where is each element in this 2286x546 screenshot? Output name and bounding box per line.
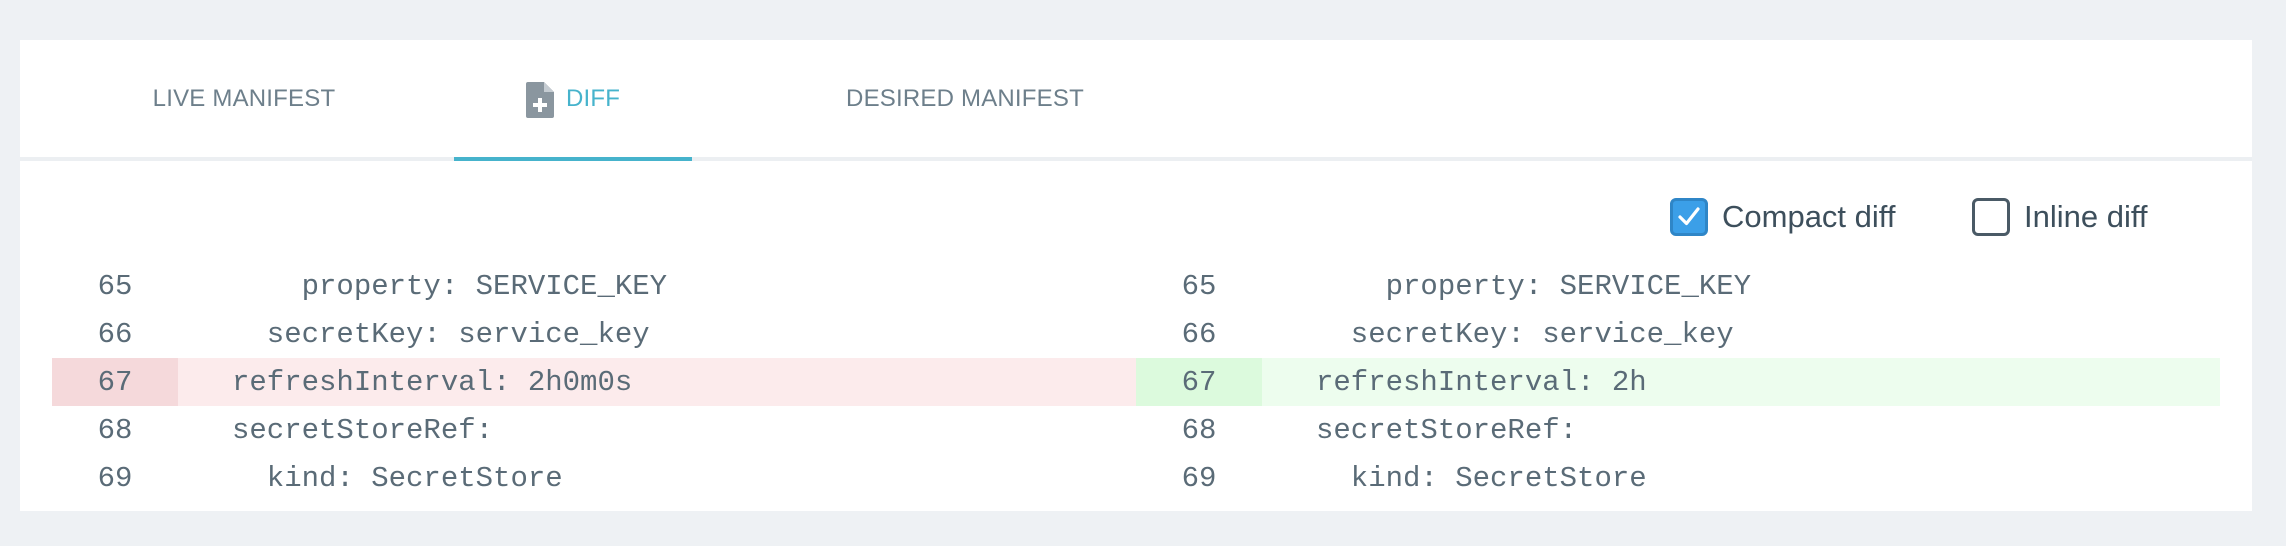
- line-code: secretStoreRef:: [232, 413, 494, 447]
- line-number: 68: [1181, 413, 1217, 447]
- line-number: 68: [97, 413, 133, 447]
- line-number: 66: [97, 317, 133, 351]
- line-code: property: SERVICE_KEY: [1316, 269, 1752, 303]
- diff-line-removed: 67 refreshInterval: 2h0m0s: [52, 358, 1136, 406]
- line-number: 67: [52, 358, 178, 406]
- diff-line: 69 kind: SecretStore: [1136, 454, 2220, 502]
- tab-live-manifest-label: LIVE MANIFEST: [152, 84, 336, 112]
- line-number: 65: [1181, 269, 1217, 303]
- line-code: kind: SecretStore: [232, 461, 563, 495]
- tab-desired-manifest[interactable]: DESIRED MANIFEST: [820, 40, 1110, 157]
- diff-line: 69 kind: SecretStore: [52, 454, 1136, 502]
- line-code: secretKey: service_key: [1316, 317, 1734, 351]
- diff-pane-live: 65 property: SERVICE_KEY 66 secretKey: s…: [52, 262, 1136, 502]
- diff-pane-desired: 65 property: SERVICE_KEY 66 secretKey: s…: [1136, 262, 2220, 502]
- diff-line: 65 property: SERVICE_KEY: [1136, 262, 2220, 310]
- tab-diff[interactable]: DIFF: [454, 40, 692, 161]
- line-code: kind: SecretStore: [1316, 461, 1647, 495]
- diff-line: 65 property: SERVICE_KEY: [52, 262, 1136, 310]
- tab-diff-label: DIFF: [565, 84, 621, 112]
- tab-live-manifest[interactable]: LIVE MANIFEST: [132, 40, 356, 157]
- active-tab-indicator: [454, 157, 692, 161]
- inline-diff-option[interactable]: Inline diff: [1972, 196, 2148, 238]
- diff-line: 68 secretStoreRef:: [1136, 406, 2220, 454]
- file-plus-icon: [525, 81, 554, 118]
- inline-diff-label: Inline diff: [2024, 199, 2148, 234]
- diff-line: 66 secretKey: service_key: [1136, 310, 2220, 358]
- line-code: refreshInterval: 2h0m0s: [232, 365, 633, 399]
- diff-line: 66 secretKey: service_key: [52, 310, 1136, 358]
- line-number: 67: [1136, 358, 1262, 406]
- inline-diff-checkbox[interactable]: [1972, 198, 2010, 236]
- checkmark-icon: [1678, 207, 1700, 226]
- line-number: 66: [1181, 317, 1217, 351]
- compact-diff-checkbox[interactable]: [1670, 198, 1708, 236]
- compact-diff-label: Compact diff: [1722, 199, 1896, 234]
- line-code: secretStoreRef:: [1316, 413, 1578, 447]
- line-code: secretKey: service_key: [232, 317, 650, 351]
- line-number: 69: [97, 461, 133, 495]
- line-code: property: SERVICE_KEY: [232, 269, 668, 303]
- tab-desired-manifest-label: DESIRED MANIFEST: [846, 84, 1084, 112]
- diff-line: 68 secretStoreRef:: [52, 406, 1136, 454]
- line-code: refreshInterval: 2h: [1316, 365, 1647, 399]
- line-number: 69: [1181, 461, 1217, 495]
- diff-panel: LIVE MANIFEST DIFF DESIRED MANIFEST Comp…: [20, 40, 2252, 511]
- line-number: 65: [97, 269, 133, 303]
- tab-bar: LIVE MANIFEST DIFF DESIRED MANIFEST: [20, 40, 2252, 161]
- compact-diff-option[interactable]: Compact diff: [1670, 196, 1895, 238]
- diff-line-added: 67 refreshInterval: 2h: [1136, 358, 2220, 406]
